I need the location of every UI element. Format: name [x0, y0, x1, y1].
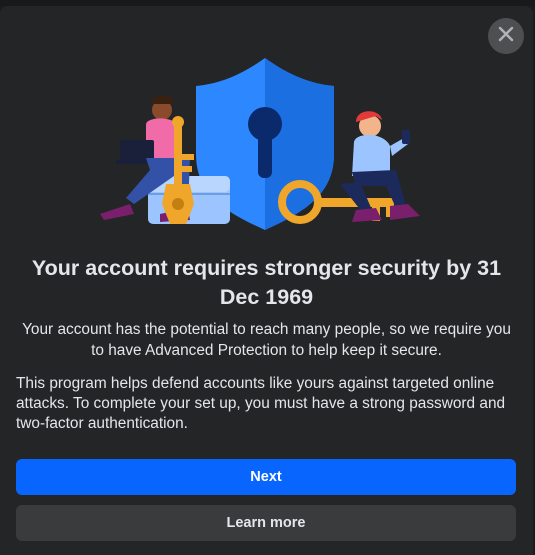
close-icon	[497, 25, 515, 48]
close-button[interactable]	[488, 18, 524, 54]
learn-more-button[interactable]: Learn more	[16, 505, 516, 541]
dialog-body-text: This program helps defend accounts like …	[16, 375, 506, 432]
next-button[interactable]: Next	[16, 459, 516, 495]
dialog-title: Your account requires stronger security …	[31, 256, 502, 309]
security-illustration	[90, 54, 440, 234]
security-dialog: Your account requires stronger security …	[0, 6, 533, 555]
dialog-intro-text: Your account has the potential to reach …	[22, 321, 511, 359]
